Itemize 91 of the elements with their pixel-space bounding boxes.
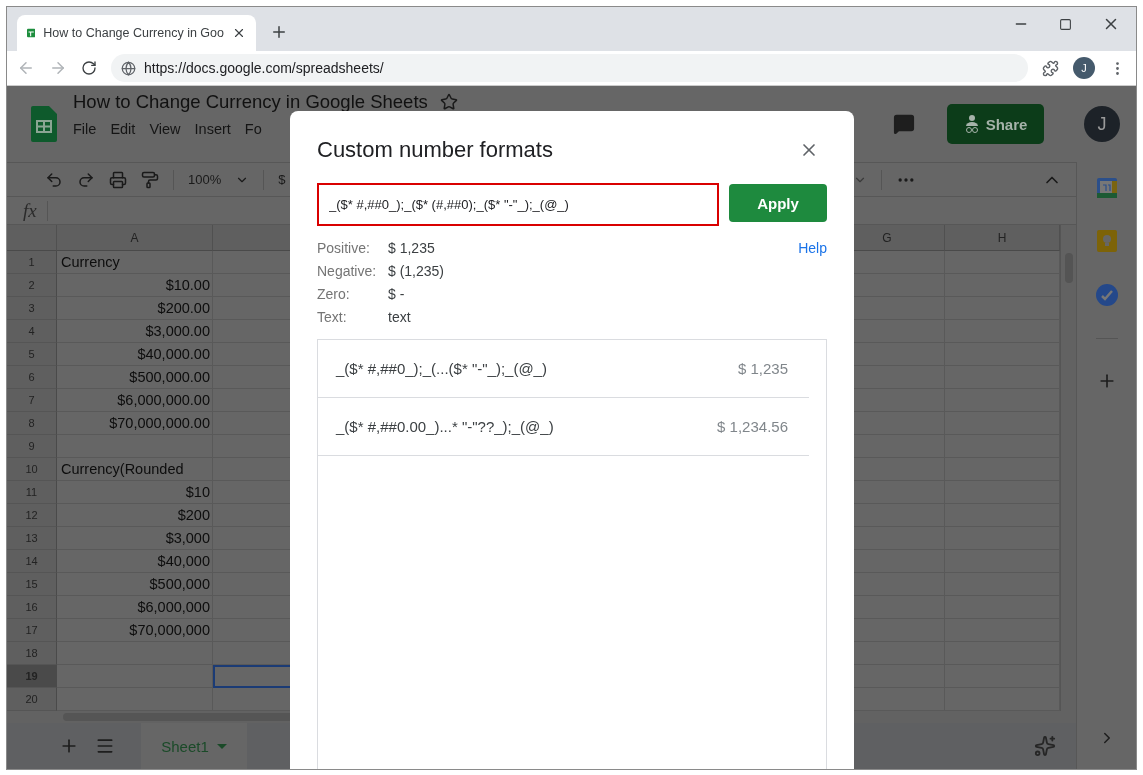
- table-cell: $10.00: [57, 274, 213, 298]
- row-number[interactable]: 3: [7, 297, 57, 321]
- row-number[interactable]: 15: [7, 573, 57, 597]
- table-cell: $500,000.00: [57, 366, 213, 390]
- format-option[interactable]: _($* #,##0_);_(...($* "-"_);_(@_) $ 1,235: [318, 340, 809, 398]
- preview-label: Zero:: [317, 286, 351, 303]
- row-number[interactable]: 6: [7, 366, 57, 390]
- paint-format-icon[interactable]: [141, 170, 159, 189]
- preview-value: $ 1,235: [388, 240, 436, 257]
- redo-icon[interactable]: [77, 170, 95, 189]
- table-cell: $40,000: [57, 550, 213, 574]
- person-icon: [963, 114, 980, 134]
- menu-item[interactable]: Insert: [194, 121, 231, 137]
- zoom-select[interactable]: 100%: [188, 172, 222, 188]
- table-cell: $3,000.00: [57, 320, 213, 344]
- table-cell: $500,000: [57, 573, 213, 597]
- format-input-field[interactable]: _($* #,##0_);_($* (#,##0);_($* "-"_);_(@_): [317, 183, 719, 226]
- maximize-icon[interactable]: [1059, 17, 1072, 31]
- table-cell: $6,000,000: [57, 596, 213, 620]
- account-avatar[interactable]: J: [1084, 106, 1120, 142]
- currency-format-button[interactable]: $: [278, 172, 286, 188]
- menu-item[interactable]: Fo: [244, 121, 262, 137]
- caret-icon: [216, 743, 227, 749]
- row-number[interactable]: 1: [7, 251, 57, 275]
- row-number[interactable]: 20: [7, 688, 57, 712]
- row-number[interactable]: 8: [7, 412, 57, 436]
- comment-icon[interactable]: [893, 113, 915, 135]
- table-cell: $200: [57, 504, 213, 528]
- print-icon[interactable]: [109, 170, 127, 189]
- globe-icon: [121, 60, 136, 76]
- table-cell: $6,000,000.00: [57, 389, 213, 413]
- sheet-tab[interactable]: Sheet1: [141, 723, 247, 769]
- new-tab-icon[interactable]: [270, 23, 288, 41]
- table-cell: $70,000,000: [57, 619, 213, 643]
- address-bar[interactable]: https://docs.google.com/spreadsheets/: [111, 54, 1028, 82]
- tasks-icon[interactable]: [1095, 284, 1118, 306]
- row-number[interactable]: 13: [7, 527, 57, 551]
- row-number[interactable]: 11: [7, 481, 57, 505]
- table-cell: $3,000: [57, 527, 213, 551]
- url-text: https://docs.google.com/spreadsheets/: [144, 60, 384, 76]
- formula-label: fx: [23, 199, 37, 222]
- close-tab-icon[interactable]: [232, 26, 246, 40]
- row-number[interactable]: 2: [7, 274, 57, 298]
- row-number[interactable]: 17: [7, 619, 57, 643]
- preview-value: text: [388, 309, 412, 326]
- row-number[interactable]: 14: [7, 550, 57, 574]
- menu-item[interactable]: Edit: [110, 121, 136, 137]
- preview-label: Positive:: [317, 240, 371, 257]
- help-link[interactable]: Help: [798, 240, 827, 256]
- back-icon[interactable]: [17, 59, 35, 77]
- corner-cell[interactable]: [7, 225, 57, 252]
- preview-label: Negative:: [317, 263, 378, 280]
- share-button[interactable]: Share: [947, 104, 1044, 144]
- row-number[interactable]: 12: [7, 504, 57, 528]
- explore-icon[interactable]: [1034, 735, 1056, 757]
- table-cell: Currency: [57, 251, 213, 275]
- menu-item[interactable]: File: [73, 121, 97, 137]
- menu-item[interactable]: View: [149, 121, 181, 137]
- profile-avatar[interactable]: J: [1073, 57, 1095, 79]
- column-header[interactable]: H: [945, 225, 1060, 252]
- sheets-logo-icon: [31, 106, 57, 142]
- row-number[interactable]: 9: [7, 435, 57, 459]
- vertical-scrollbar[interactable]: [1060, 225, 1076, 712]
- row-number[interactable]: 7: [7, 389, 57, 413]
- preview-value: $ -: [388, 286, 406, 303]
- puzzle-icon[interactable]: [1042, 59, 1059, 77]
- preview-label: Text:: [317, 309, 348, 326]
- preview-value: $ (1,235): [388, 263, 445, 280]
- document-title[interactable]: How to Change Currency in Google Sheets: [73, 92, 428, 111]
- browser-tab[interactable]: How to Change Currency in Goo: [17, 15, 256, 51]
- row-number[interactable]: 5: [7, 343, 57, 367]
- forward-icon[interactable]: [49, 59, 67, 77]
- format-option[interactable]: _($* #,##0.00_)...* "-"??_);_(@_) $ 1,234.56: [318, 398, 809, 456]
- table-cell: $200.00: [57, 297, 213, 321]
- reload-icon[interactable]: [81, 60, 97, 76]
- table-cell: Currency(Rounded: [57, 458, 213, 482]
- calendar-icon[interactable]: [1096, 178, 1117, 198]
- row-number[interactable]: 16: [7, 596, 57, 620]
- table-cell: $10: [57, 481, 213, 505]
- apply-button[interactable]: Apply: [729, 184, 827, 222]
- sheet-list-icon[interactable]: [95, 736, 115, 756]
- column-header[interactable]: A: [57, 225, 213, 252]
- table-cell: $40,000.00: [57, 343, 213, 367]
- row-number[interactable]: 4: [7, 320, 57, 344]
- table-cell: $70,000,000.00: [57, 412, 213, 436]
- row-number[interactable]: 18: [7, 642, 57, 666]
- star-icon[interactable]: [439, 92, 458, 111]
- tab-title: How to Change Currency in Goo: [43, 26, 224, 40]
- dialog-title: Custom number formats: [317, 137, 553, 163]
- undo-icon[interactable]: [45, 170, 63, 189]
- row-number[interactable]: 10: [7, 458, 57, 482]
